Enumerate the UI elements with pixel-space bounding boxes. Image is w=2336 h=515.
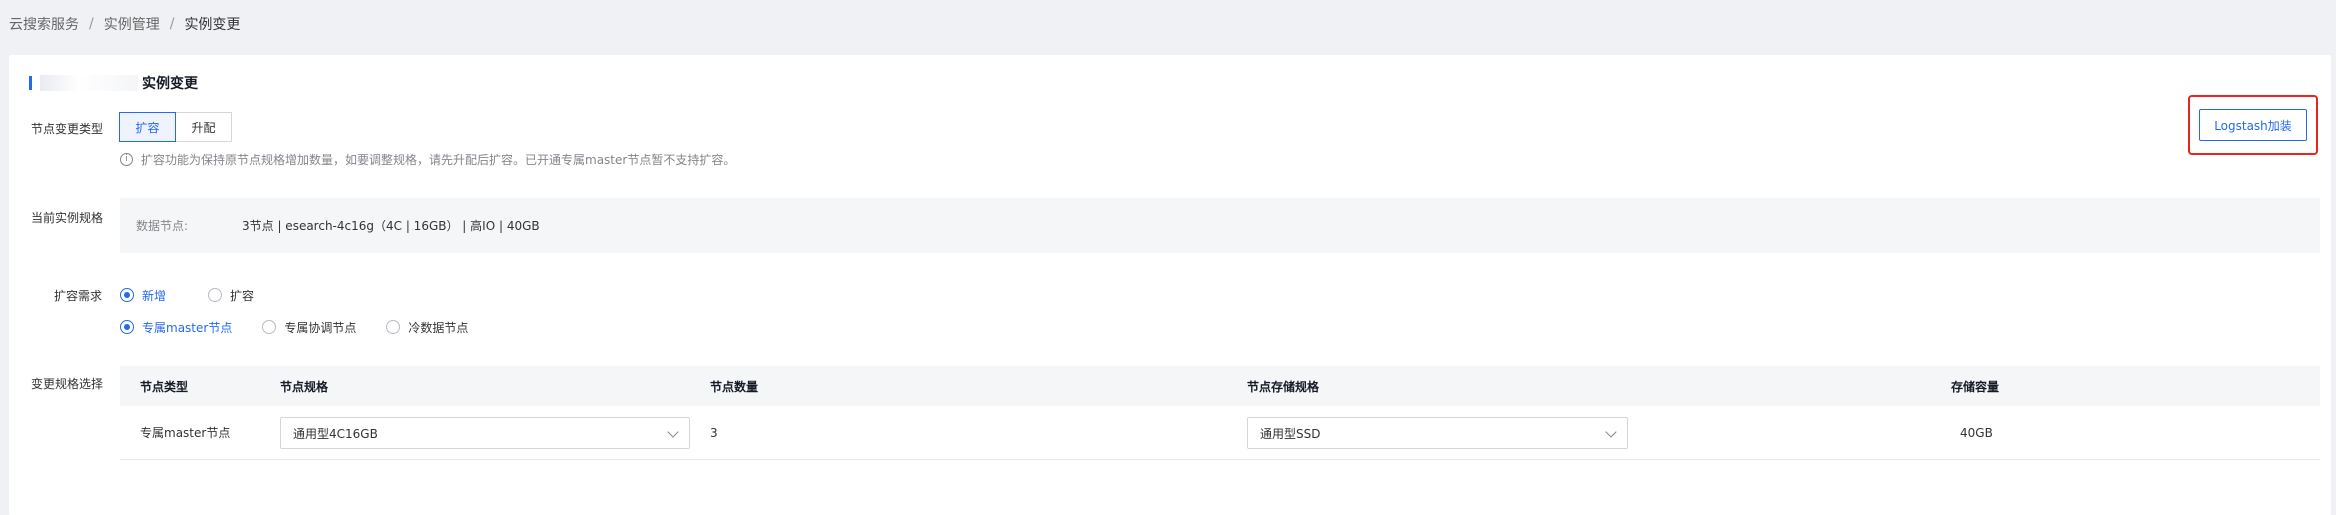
column-header-node-count: 节点数量: [710, 379, 759, 394]
radio-dot: [120, 288, 134, 302]
breadcrumb-item-service[interactable]: 云搜索服务: [9, 14, 79, 34]
column-header-capacity: 存储容量: [1951, 379, 2000, 394]
page-title-row: 实例变更: [29, 73, 198, 93]
breadcrumb-item-instances[interactable]: 实例管理: [104, 14, 160, 34]
cell-node-type: 专属master节点: [140, 426, 231, 440]
radio-master-node[interactable]: 专属master节点: [120, 319, 232, 336]
breadcrumb-separator: /: [89, 16, 94, 32]
change-type-tip-text: 扩容功能为保持原节点规格增加数量，如要调整规格，请先升配后扩容。已开通专属mas…: [141, 153, 736, 167]
column-header-node-spec: 节点规格: [280, 379, 329, 394]
redacted-instance-name: [40, 75, 138, 91]
node-spec-select-value: 通用型4C16GB: [293, 426, 378, 441]
current-spec-box: 数据节点: 3节点 | esearch-4c16g（4C | 16GB） | 高…: [120, 198, 2320, 253]
current-spec-label: 当前实例规格: [31, 211, 104, 225]
current-spec-key: 数据节点:: [136, 219, 189, 233]
column-header-storage-spec: 节点存储规格: [1247, 379, 1320, 394]
logstash-install-button[interactable]: Logstash加装: [2199, 109, 2307, 141]
content-card: 实例变更 节点变更类型 扩容 升配 i 扩容功能为保持原节点规格增加数量，如要调…: [9, 55, 2331, 515]
radio-master-node-label: 专属master节点: [142, 320, 233, 335]
info-icon: i: [120, 153, 133, 166]
radio-expand-label: 扩容: [230, 288, 255, 303]
radio-add-label: 新增: [142, 288, 167, 303]
chevron-down-icon: [1605, 426, 1617, 438]
expand-need-radio-group: 新增 扩容: [120, 285, 284, 305]
radio-cold-data-node-label: 冷数据节点: [408, 320, 469, 335]
node-spec-select[interactable]: 通用型4C16GB: [280, 417, 690, 449]
radio-dot: [386, 320, 401, 334]
cell-capacity: 40GB: [1960, 425, 1993, 440]
chevron-down-icon: [667, 426, 679, 438]
node-kind-radio-group: 专属master节点 专属协调节点 冷数据节点: [120, 317, 498, 337]
current-spec-value: 3节点 | esearch-4c16g（4C | 16GB） | 高IO | 4…: [242, 219, 540, 233]
change-type-tip: i 扩容功能为保持原节点规格增加数量，如要调整规格，请先升配后扩容。已开通专属m…: [120, 151, 735, 168]
cell-node-count: 3: [710, 425, 718, 440]
table-header: 节点类型 节点规格 节点数量 节点存储规格 存储容量: [120, 366, 2320, 406]
radio-coordinator-node-label: 专属协调节点: [284, 320, 357, 335]
breadcrumb-item-current: 实例变更: [184, 17, 241, 33]
radio-dot: [120, 320, 134, 334]
spec-select-label: 变更规格选择: [31, 377, 104, 391]
radio-expand[interactable]: 扩容: [208, 287, 254, 304]
radio-coordinator-node[interactable]: 专属协调节点: [262, 319, 356, 336]
storage-spec-select[interactable]: 通用型SSD: [1247, 417, 1628, 449]
logstash-highlight-box: Logstash加装: [2188, 95, 2318, 155]
radio-add[interactable]: 新增: [120, 287, 166, 304]
column-header-node-type: 节点类型: [140, 379, 189, 394]
breadcrumb: 云搜索服务 / 实例管理 / 实例变更: [9, 14, 240, 34]
page-title: 实例变更: [142, 76, 198, 92]
breadcrumb-separator: /: [169, 16, 175, 32]
table-row: 专属master节点 通用型4C16GB 3 通用型SSD 40GB: [120, 406, 2320, 460]
change-type-expand-button[interactable]: 扩容: [119, 112, 176, 142]
change-type-upgrade-button[interactable]: 升配: [175, 112, 232, 142]
storage-spec-select-value: 通用型SSD: [1260, 426, 1321, 441]
radio-dot: [208, 288, 223, 302]
change-type-label: 节点变更类型: [31, 122, 104, 136]
change-type-segmented: 扩容 升配: [119, 112, 232, 142]
radio-cold-data-node[interactable]: 冷数据节点: [386, 319, 468, 336]
title-accent-bar: [29, 76, 32, 90]
radio-dot: [262, 320, 277, 334]
spec-select-table: 节点类型 节点规格 节点数量 节点存储规格 存储容量 专属master节点 通用…: [120, 366, 2320, 460]
